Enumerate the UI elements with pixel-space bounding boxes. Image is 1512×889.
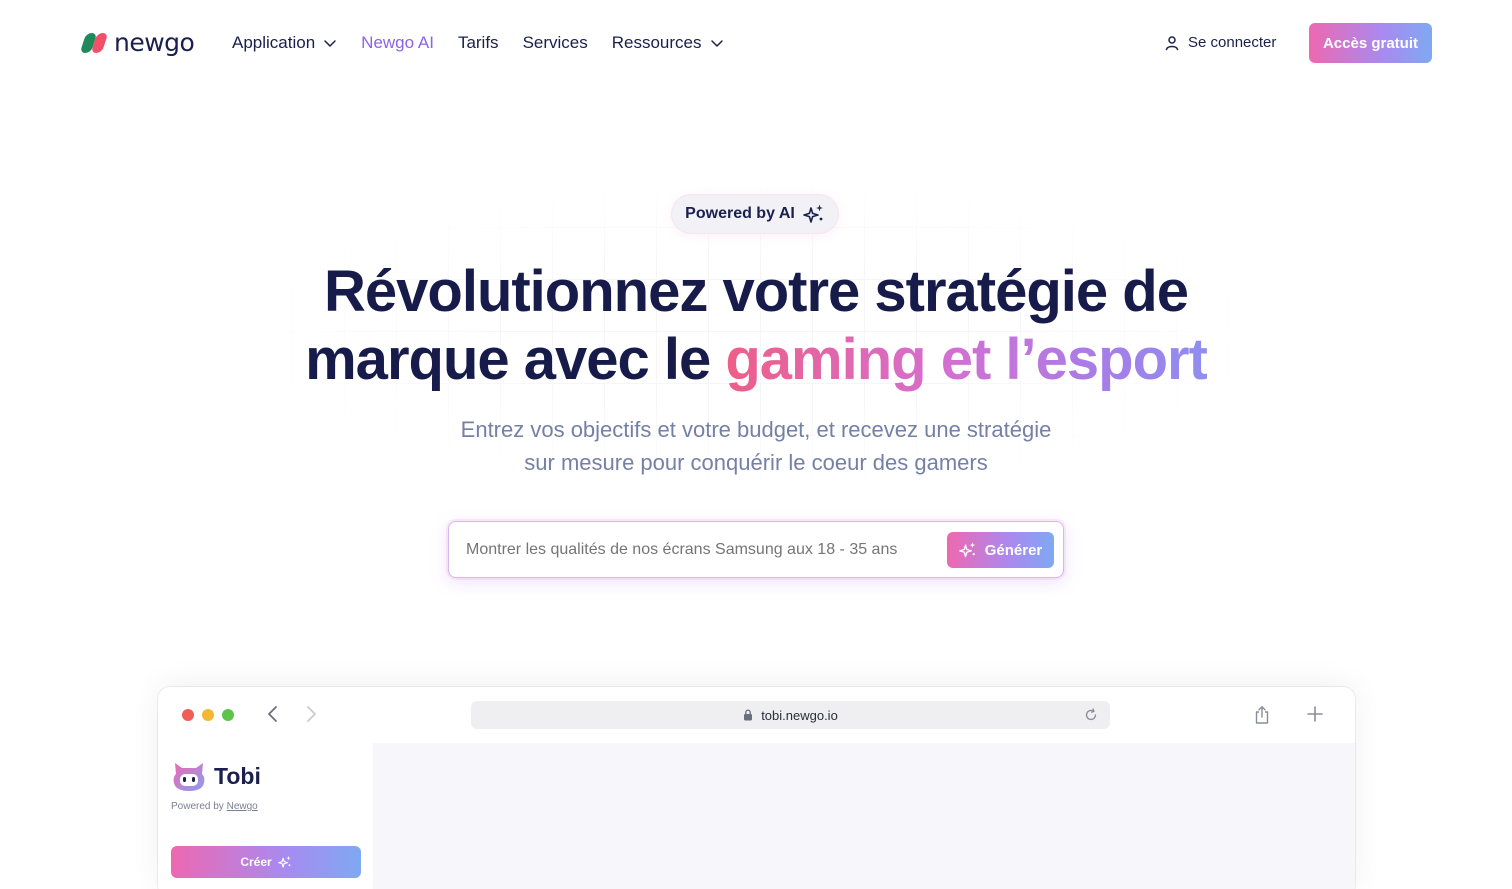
menu-item-label: Tarifs xyxy=(457,33,499,52)
create-button[interactable]: Créer xyxy=(171,846,361,878)
app-content-area xyxy=(373,743,1355,889)
tobi-brand: Tobi xyxy=(170,759,261,793)
hero-subtitle: Entrez vos objectifs et votre budget, et… xyxy=(356,413,1156,479)
powered-by-newgo: Powered by Newgo xyxy=(171,801,258,812)
back-icon xyxy=(268,706,277,722)
menu-item-label: Ressources xyxy=(611,33,702,52)
menu-item-services[interactable]: Services xyxy=(523,33,588,53)
subtitle-line-2: sur mesure pour conquérir le coeur des g… xyxy=(524,450,988,475)
sparkles-icon xyxy=(958,542,976,558)
forward-icon xyxy=(307,706,316,722)
hero-headline: Révolutionnez votre stratégie de marque … xyxy=(256,258,1256,394)
sparkles-icon xyxy=(277,855,291,868)
window-controls xyxy=(182,709,234,721)
reload-icon xyxy=(1085,708,1097,721)
menu-item-label: Application xyxy=(232,33,316,52)
url-text: tobi.newgo.io xyxy=(761,707,838,723)
create-label: Créer xyxy=(240,855,272,869)
subtitle-line-1: Entrez vos objectifs et votre budget, et… xyxy=(460,417,1052,442)
browser-mockup: tobi.newgo.io Tobi Powered by Newgo Crée xyxy=(158,687,1355,889)
free-access-button[interactable]: Accès gratuit xyxy=(1309,23,1432,63)
newgo-logo[interactable]: newgo xyxy=(79,28,195,57)
headline-line-1: Révolutionnez votre stratégie de xyxy=(324,259,1189,324)
plus-icon xyxy=(1307,706,1323,722)
close-dot-icon xyxy=(182,709,194,721)
badge-label: Powered by AI xyxy=(685,205,795,222)
share-icon xyxy=(1255,706,1269,724)
app-name: Tobi xyxy=(214,762,261,789)
menu-item-tarifs[interactable]: Tarifs xyxy=(458,33,499,53)
newgo-link[interactable]: Newgo xyxy=(227,801,258,812)
chevron-down-icon xyxy=(324,40,336,47)
logo-mark-icon xyxy=(79,31,109,55)
menu-item-label: Services xyxy=(522,33,588,52)
maximize-dot-icon xyxy=(222,709,234,721)
browser-nav-arrows xyxy=(266,705,318,723)
generate-label: Générer xyxy=(984,541,1043,559)
headline-gradient-text: gaming et l’esport xyxy=(725,327,1208,392)
menu-item-label: Newgo AI xyxy=(361,33,434,52)
top-nav: newgo Application Newgo AI Tarifs Servic… xyxy=(0,0,1512,88)
minimize-dot-icon xyxy=(202,709,214,721)
chevron-down-icon xyxy=(710,40,723,47)
menu-item-ressources[interactable]: Ressources xyxy=(612,33,724,53)
url-bar: tobi.newgo.io xyxy=(471,701,1110,729)
main-menu: Application Newgo AI Tarifs Services Res… xyxy=(232,33,724,53)
lock-icon xyxy=(744,709,753,721)
strategy-prompt-box: Générer xyxy=(448,521,1064,578)
login-label: Se connecter xyxy=(1188,34,1277,51)
robot-icon xyxy=(173,763,205,791)
app-sidebar: Tobi Powered by Newgo Créer xyxy=(158,743,373,889)
user-icon xyxy=(1165,35,1179,50)
menu-item-newgo-ai[interactable]: Newgo AI xyxy=(361,33,434,53)
sparkles-icon xyxy=(803,204,823,223)
logo-text: newgo xyxy=(114,28,195,57)
prompt-input[interactable] xyxy=(466,541,936,559)
generate-button[interactable]: Générer xyxy=(947,532,1054,568)
powered-by-ai-badge: Powered by AI xyxy=(672,195,838,233)
headline-line-2: marque avec le xyxy=(305,327,726,392)
login-link[interactable]: Se connecter xyxy=(1164,34,1276,51)
powered-prefix: Powered by xyxy=(171,801,227,812)
menu-item-application[interactable]: Application xyxy=(232,33,337,53)
